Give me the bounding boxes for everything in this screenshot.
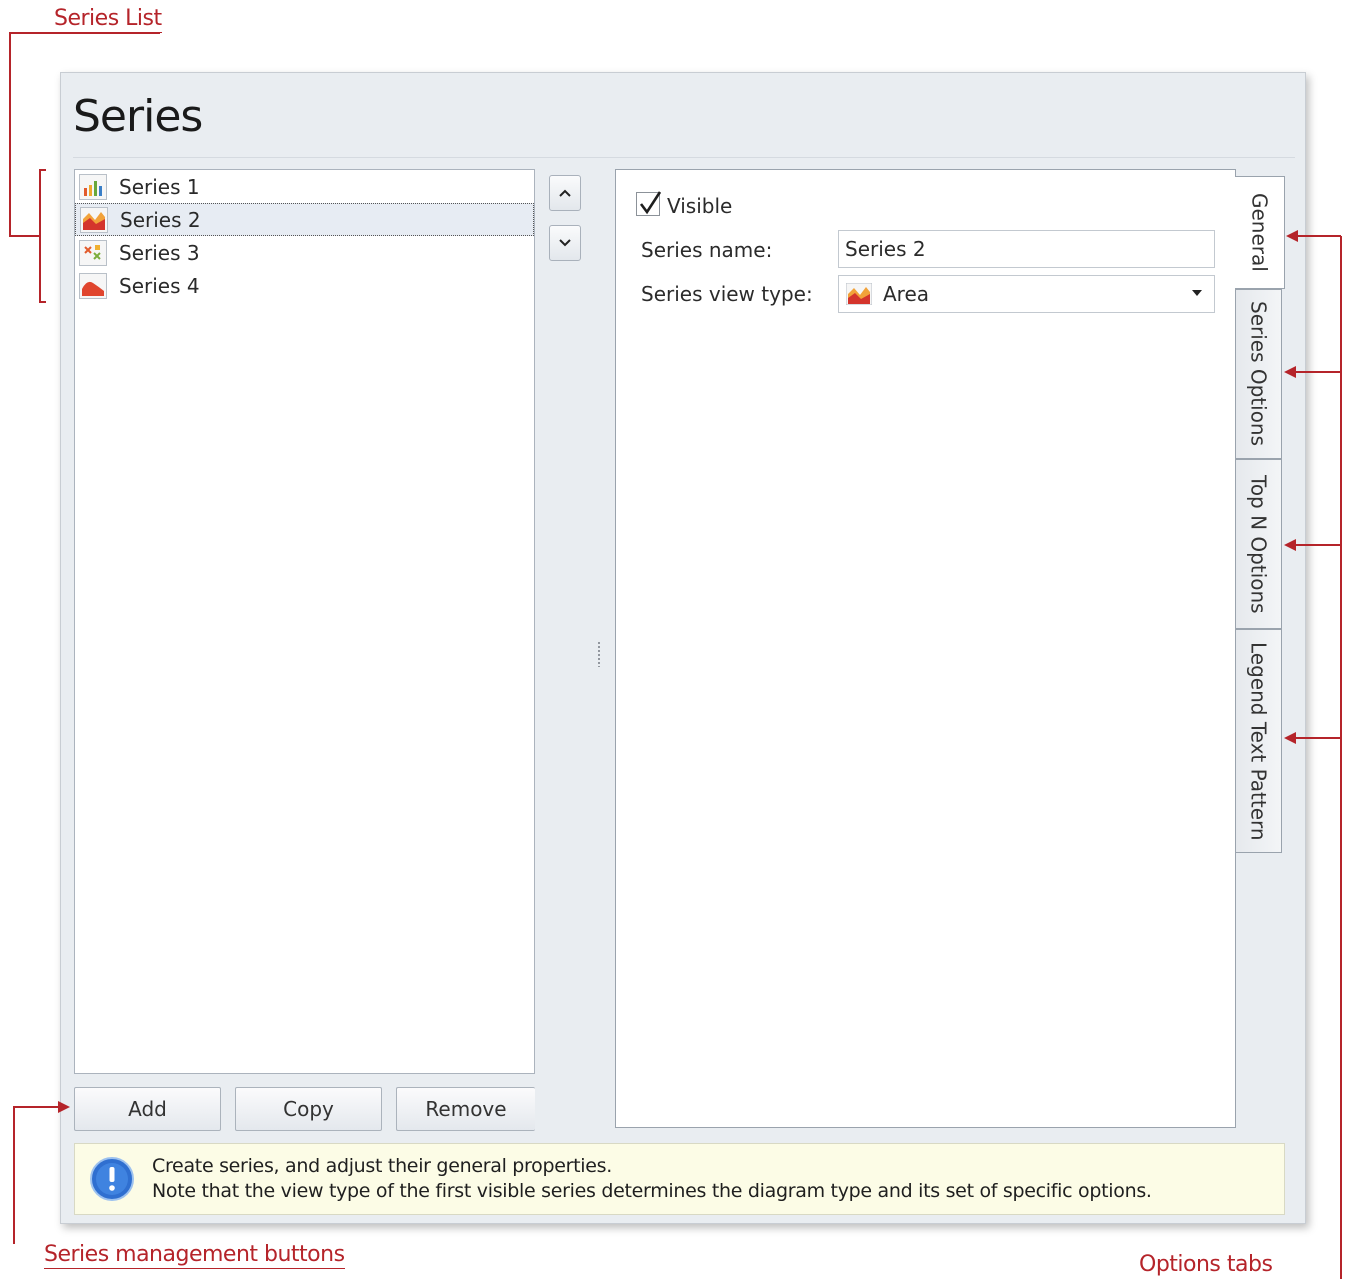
area-chart-icon <box>845 281 873 307</box>
splitter-grip[interactable] <box>597 641 601 667</box>
view-type-label: Series view type: <box>641 282 813 306</box>
area-chart-icon <box>80 206 108 233</box>
add-button[interactable]: Add <box>74 1087 221 1131</box>
dropdown-arrow-icon[interactable] <box>1192 290 1202 296</box>
info-icon <box>90 1157 134 1201</box>
checkmark-icon <box>639 191 662 215</box>
visible-label: Visible <box>667 194 733 218</box>
list-item[interactable]: Series 1 <box>75 170 534 203</box>
list-item-label: Series 4 <box>119 273 200 298</box>
chevron-down-icon <box>559 239 571 247</box>
list-item[interactable]: Series 3 <box>75 236 534 269</box>
tab-legend-text-pattern[interactable]: Legend Text Pattern <box>1236 629 1282 853</box>
series-name-field[interactable]: Series 2 <box>838 230 1215 268</box>
dialog-title: Series <box>73 91 203 142</box>
series-dialog: Series Series 1 Series 2 Series 3 Series… <box>60 72 1306 1224</box>
visible-checkbox[interactable] <box>636 191 662 216</box>
tab-general[interactable]: General <box>1235 176 1285 289</box>
copy-button[interactable]: Copy <box>235 1087 382 1131</box>
remove-button[interactable]: Remove <box>396 1087 535 1131</box>
info-line-2: Note that the view type of the first vis… <box>152 1180 1152 1202</box>
view-type-dropdown[interactable]: Area <box>838 275 1215 313</box>
list-item-label: Series 3 <box>119 240 200 265</box>
general-options-panel: Visible Series name: Series 2 Series vie… <box>615 169 1236 1128</box>
info-line-1: Create series, and adjust their general … <box>152 1155 612 1177</box>
view-type-value: Area <box>883 282 930 306</box>
move-up-button[interactable] <box>549 175 581 211</box>
move-down-button[interactable] <box>549 225 581 261</box>
series-name-label: Series name: <box>641 238 773 262</box>
tab-top-n-options-label: Top N Options <box>1246 474 1271 614</box>
tab-top-n-options[interactable]: Top N Options <box>1236 459 1282 629</box>
options-tabs-annotation: Options tabs <box>1139 1252 1273 1277</box>
list-item-label: Series 1 <box>119 174 200 199</box>
info-text: Create series, and adjust their general … <box>152 1154 1152 1204</box>
series-list[interactable]: Series 1 Series 2 Series 3 Series 4 <box>74 169 535 1074</box>
tab-legend-text-pattern-label: Legend Text Pattern <box>1246 641 1271 841</box>
point-chart-icon <box>79 239 107 266</box>
list-item[interactable]: Series 4 <box>75 269 534 302</box>
tab-general-label: General <box>1247 193 1272 272</box>
list-item-selected[interactable]: Series 2 <box>75 203 534 236</box>
info-bar: Create series, and adjust their general … <box>74 1143 1285 1215</box>
list-item-label: Series 2 <box>120 207 201 232</box>
series-management-buttons-annotation: Series management buttons <box>44 1242 345 1269</box>
tab-series-options-label: Series Options <box>1246 301 1271 447</box>
tab-series-options[interactable]: Series Options <box>1236 289 1282 459</box>
spline-area-chart-icon <box>79 272 107 299</box>
title-divider <box>73 157 1295 158</box>
bar-chart-icon <box>79 173 107 200</box>
chevron-up-icon <box>559 189 571 197</box>
series-list-annotation: Series List <box>54 6 162 33</box>
